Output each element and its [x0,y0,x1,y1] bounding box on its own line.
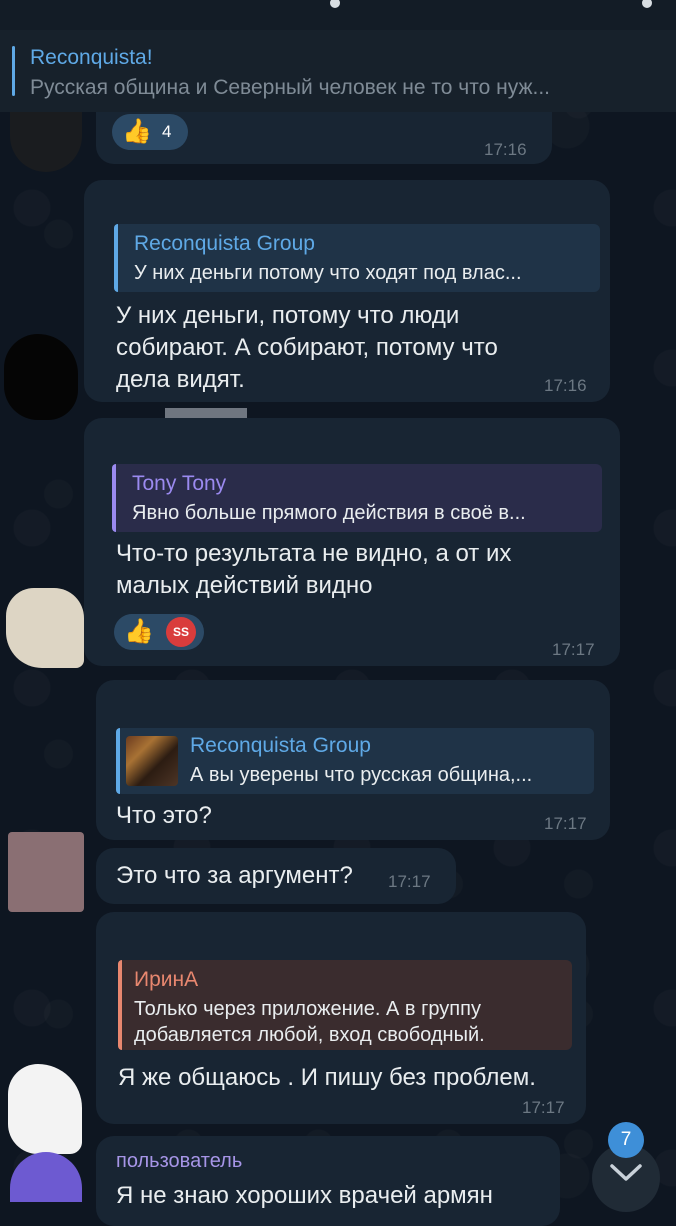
message-time: 17:17 [544,814,587,833]
message-time: 17:17 [522,1098,565,1117]
reply-author: ИринА [134,968,199,991]
message-bubble[interactable]: Tony Tony Явно больше прямого действия в… [84,418,620,666]
reply-text: А вы уверены что русская община,... [190,764,533,786]
message-text: У них деньги, потому что люди [116,302,460,329]
header-strip [0,0,676,30]
message-bubble[interactable]: ИринА Только через приложение. А в групп… [96,912,586,1124]
unread-count-badge: 7 [608,1122,644,1158]
reply-text: Явно больше прямого действия в своё в... [132,502,526,524]
pinned-text: Русская община и Северный человек не то … [30,76,551,99]
message-text: малых действий видно [116,572,373,599]
header-dot [330,0,340,8]
message-text: Я не знаю хороших врачей армян [116,1182,493,1209]
reply-thumbnail-image [126,736,178,786]
message-text: Я же общаюсь . И пишу без проблем. [118,1064,536,1091]
reply-author: Tony Tony [132,472,227,495]
reply-text: У них деньги потому что ходят под влас..… [134,262,522,284]
message-text: собирают. А собирают, потому что [116,334,498,361]
reply-text: добавляется любой, вход свободный. [134,1024,485,1046]
reply-preview[interactable]: Reconquista Group А вы уверены что русск… [116,728,594,794]
reply-accent-bar [114,224,118,292]
thumbs-up-icon: 👍 [124,618,154,645]
reply-author: Reconquista Group [134,232,315,255]
reaction-chip[interactable]: 👍 4 [112,114,188,150]
reply-accent-bar [116,728,120,794]
thumbs-up-icon: 👍 [122,118,152,145]
reply-preview[interactable]: Reconquista Group У них деньги потому чт… [114,224,600,292]
avatar[interactable] [4,334,78,420]
message-text: дела видят. [116,366,245,393]
reaction-chip[interactable]: 👍 SS [114,614,204,650]
avatar[interactable] [6,588,84,668]
reply-accent-bar [118,960,122,1050]
pinned-title: Reconquista! [30,46,153,69]
message-text: Это что за аргумент? [116,862,353,889]
message-time: 17:17 [552,640,595,659]
avatar[interactable] [8,832,84,912]
message-time: 17:17 [388,872,431,891]
pinned-message-bar[interactable]: Reconquista! Русская община и Северный ч… [0,30,676,112]
message-text: Что-то результата не видно, а от их [116,540,512,567]
message-bubble[interactable]: 👍 4 17:16 [96,112,552,164]
reaction-count: 4 [162,122,172,141]
reply-preview[interactable]: Tony Tony Явно больше прямого действия в… [112,464,602,532]
message-text: Что это? [116,802,212,829]
sender-name[interactable]: пользователь [116,1150,242,1173]
reply-text: Только через приложение. А в группу [134,998,481,1020]
message-time: 17:16 [544,376,587,395]
message-time: 17:16 [484,140,527,159]
header-dot [642,0,652,8]
reply-preview[interactable]: ИринА Только через приложение. А в групп… [118,960,572,1050]
reaction-badge: SS [166,617,196,647]
message-bubble[interactable]: Это что за аргумент? 17:17 [96,848,456,904]
reply-accent-bar [112,464,116,532]
reply-author: Reconquista Group [190,734,371,757]
pinned-accent-bar [12,46,15,96]
message-bubble[interactable]: Reconquista Group У них деньги потому чт… [84,180,610,402]
chevron-down-icon [610,1164,642,1181]
message-bubble[interactable]: пользователь Я не знаю хороших врачей ар… [96,1136,560,1226]
